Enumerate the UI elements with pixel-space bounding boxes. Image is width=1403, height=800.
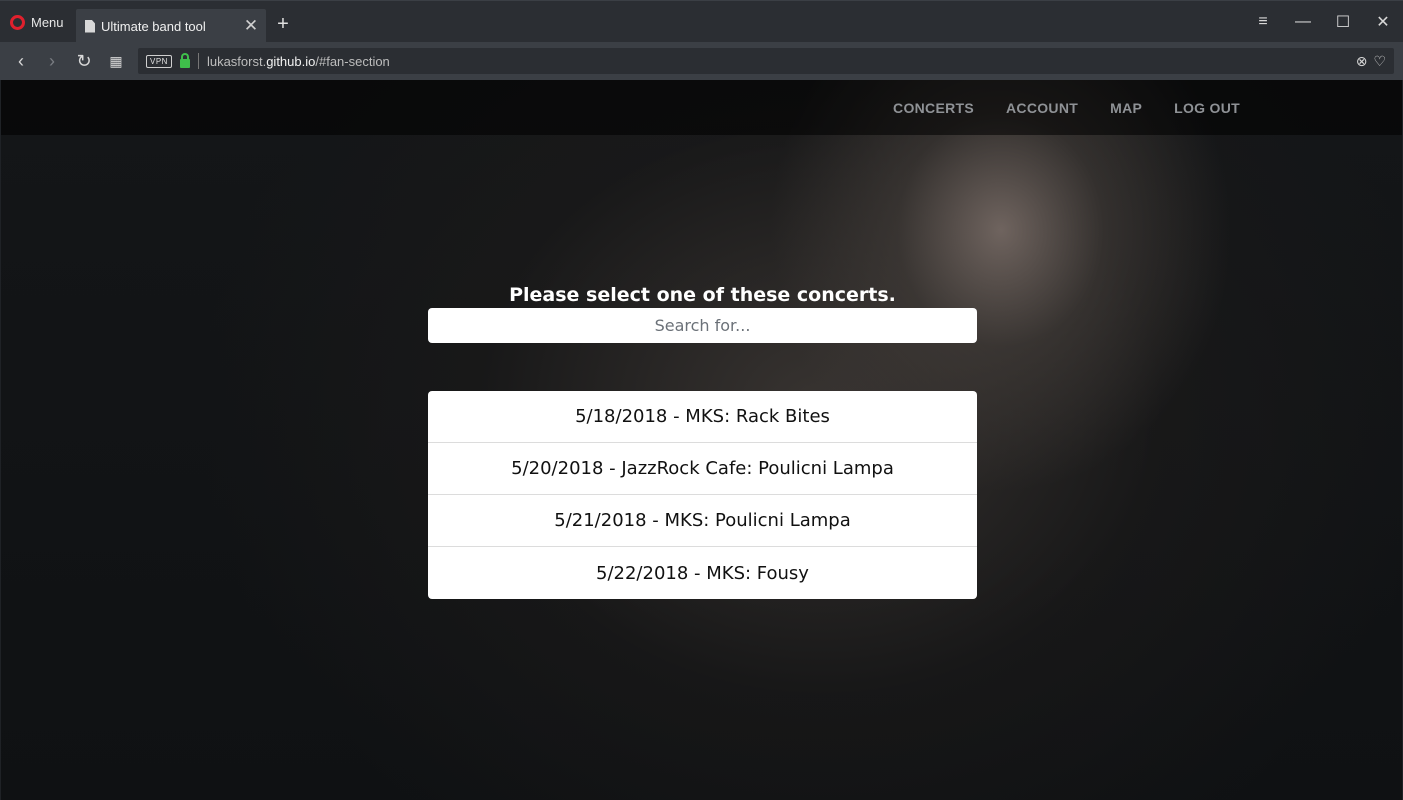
nav-account[interactable]: ACCOUNT — [1006, 100, 1078, 116]
window-controls: ≡ — ☐ ✕ — [1243, 1, 1403, 43]
url-field[interactable]: VPN lukasforst.github.io/#fan-section ⊗ … — [138, 48, 1394, 74]
page-icon — [85, 19, 95, 33]
nav-concerts[interactable]: CONCERTS — [893, 100, 974, 116]
concert-item[interactable]: 5/22/2018 - MKS: Fousy — [428, 547, 977, 599]
concert-list: 5/18/2018 - MKS: Rack Bites 5/20/2018 - … — [428, 391, 977, 599]
tab-title: Ultimate band tool — [101, 18, 206, 34]
reload-icon[interactable]: ↻ — [71, 48, 97, 74]
concert-item[interactable]: 5/20/2018 - JazzRock Cafe: Poulicni Lamp… — [428, 443, 977, 495]
adblock-icon[interactable]: ⊗ — [1356, 53, 1368, 70]
concert-item[interactable]: 5/18/2018 - MKS: Rack Bites — [428, 391, 977, 443]
opera-logo-icon — [10, 14, 25, 30]
maximize-icon[interactable]: ☐ — [1323, 1, 1363, 43]
concert-prompt-heading: Please select one of these concerts. — [509, 284, 896, 306]
concert-item[interactable]: 5/21/2018 - MKS: Poulicni Lampa — [428, 495, 977, 547]
browser-menu-label: Menu — [31, 14, 64, 30]
browser-tab-bar: Menu Ultimate band tool ✕ + ≡ — ☐ ✕ — [0, 0, 1403, 43]
vpn-badge[interactable]: VPN — [146, 54, 172, 68]
close-window-icon[interactable]: ✕ — [1363, 1, 1403, 43]
site-navbar: CONCERTS ACCOUNT MAP LOG OUT — [1, 80, 1402, 135]
url-text[interactable]: lukasforst.github.io/#fan-section — [207, 54, 390, 69]
browser-address-bar: ‹ › ↻ ▦ VPN lukasforst.github.io/#fan-se… — [0, 42, 1403, 80]
browser-menu-button[interactable]: Menu — [0, 1, 76, 43]
url-actions: ⊗ ♡ — [1356, 48, 1386, 74]
tab-close-icon[interactable]: ✕ — [238, 13, 264, 39]
forward-icon[interactable]: › — [39, 48, 65, 74]
bookmark-heart-icon[interactable]: ♡ — [1373, 53, 1386, 70]
minimize-icon[interactable]: — — [1283, 1, 1323, 43]
search-input[interactable] — [428, 308, 977, 343]
page-content: CONCERTS ACCOUNT MAP LOG OUT Please sele… — [0, 80, 1403, 800]
nav-map[interactable]: MAP — [1110, 100, 1142, 116]
new-tab-icon[interactable]: + — [272, 13, 294, 35]
browser-tab[interactable]: Ultimate band tool ✕ — [76, 9, 266, 43]
nav-log-out[interactable]: LOG OUT — [1174, 100, 1240, 116]
tab-menu-icon[interactable]: ≡ — [1243, 1, 1283, 43]
url-divider — [197, 53, 199, 69]
speed-dial-icon[interactable]: ▦ — [103, 48, 129, 74]
lock-icon[interactable] — [179, 52, 190, 68]
back-icon[interactable]: ‹ — [8, 48, 34, 74]
